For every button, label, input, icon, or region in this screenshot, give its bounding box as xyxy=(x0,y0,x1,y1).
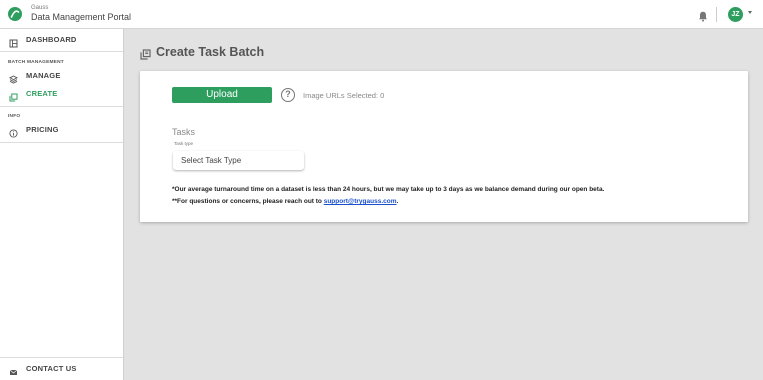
top-header: Gauss Data Management Portal JZ xyxy=(0,0,763,29)
upload-button[interactable]: Upload xyxy=(172,87,272,103)
turnaround-note: *Our average turnaround time on a datase… xyxy=(172,186,605,193)
tasks-heading: Tasks xyxy=(172,127,196,137)
header-divider xyxy=(716,7,717,22)
dashboard-icon xyxy=(9,35,18,48)
sidebar-divider xyxy=(0,142,123,143)
info-circle-icon xyxy=(9,125,18,138)
sidebar: DASHBOARD BATCH MANAGEMENT MANAGE CREATE… xyxy=(0,29,124,380)
sidebar-item-label: CONTACT US xyxy=(26,364,77,373)
mail-icon xyxy=(9,364,18,375)
support-email-link[interactable]: support@trygauss.com xyxy=(324,198,397,205)
page-title: Create Task Batch xyxy=(156,45,265,59)
task-type-placeholder: Select Task Type xyxy=(181,156,242,165)
image-urls-count: Image URLs Selected: 0 xyxy=(303,91,385,100)
sidebar-divider xyxy=(0,357,123,358)
task-type-select[interactable]: Select Task Type xyxy=(173,151,304,170)
sidebar-item-manage[interactable]: MANAGE xyxy=(0,67,123,85)
task-type-label: Task type xyxy=(174,141,194,146)
sidebar-divider xyxy=(0,51,123,52)
create-batch-card: Upload ? Image URLs Selected: 0 Tasks Ta… xyxy=(140,71,748,222)
chevron-down-icon[interactable] xyxy=(748,11,752,14)
contact-note-suffix: . xyxy=(396,198,399,205)
contact-note: **For questions or concerns, please reac… xyxy=(172,198,398,205)
sidebar-item-dashboard[interactable]: DASHBOARD xyxy=(0,31,123,49)
gauss-logo-icon[interactable] xyxy=(8,7,22,21)
sidebar-divider xyxy=(0,106,123,107)
copy-icon xyxy=(9,89,18,102)
sidebar-item-label: DASHBOARD xyxy=(26,35,77,44)
sidebar-item-label: CREATE xyxy=(26,89,58,98)
sidebar-item-pricing[interactable]: PRICING xyxy=(0,121,123,139)
bell-icon[interactable] xyxy=(698,9,708,22)
sidebar-item-label: MANAGE xyxy=(26,71,61,80)
contact-note-prefix: **For questions or concerns, please reac… xyxy=(172,198,324,205)
app-title: Data Management Portal xyxy=(31,12,132,22)
question-circle-icon[interactable]: ? xyxy=(281,88,295,102)
section-label-info: INFO xyxy=(8,114,21,119)
copy-icon xyxy=(140,47,151,60)
section-label-batch: BATCH MANAGEMENT xyxy=(8,60,64,65)
sidebar-item-contact[interactable]: CONTACT US xyxy=(0,360,123,378)
layers-icon xyxy=(9,71,18,84)
sidebar-item-label: PRICING xyxy=(26,125,59,134)
sidebar-item-create[interactable]: CREATE xyxy=(0,85,123,103)
brand-name: Gauss xyxy=(31,5,49,11)
user-avatar[interactable]: JZ xyxy=(728,7,743,22)
